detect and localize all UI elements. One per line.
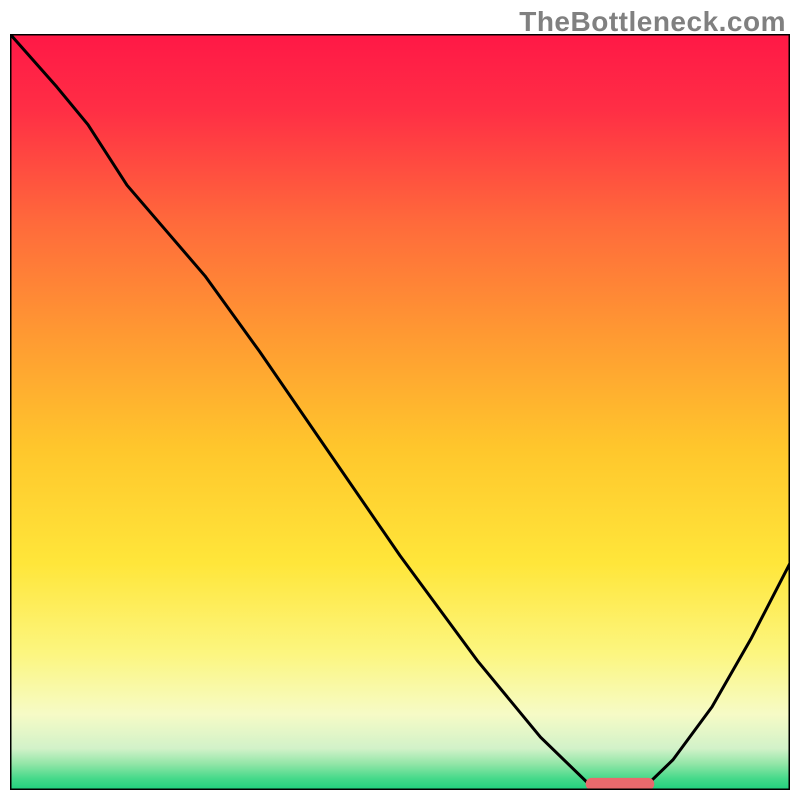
- chart-stage: TheBottleneck.com: [0, 0, 800, 800]
- gradient-bg: [10, 34, 790, 790]
- plot-area: [10, 34, 790, 790]
- optimal-marker: [586, 778, 655, 790]
- chart-svg: [10, 34, 790, 790]
